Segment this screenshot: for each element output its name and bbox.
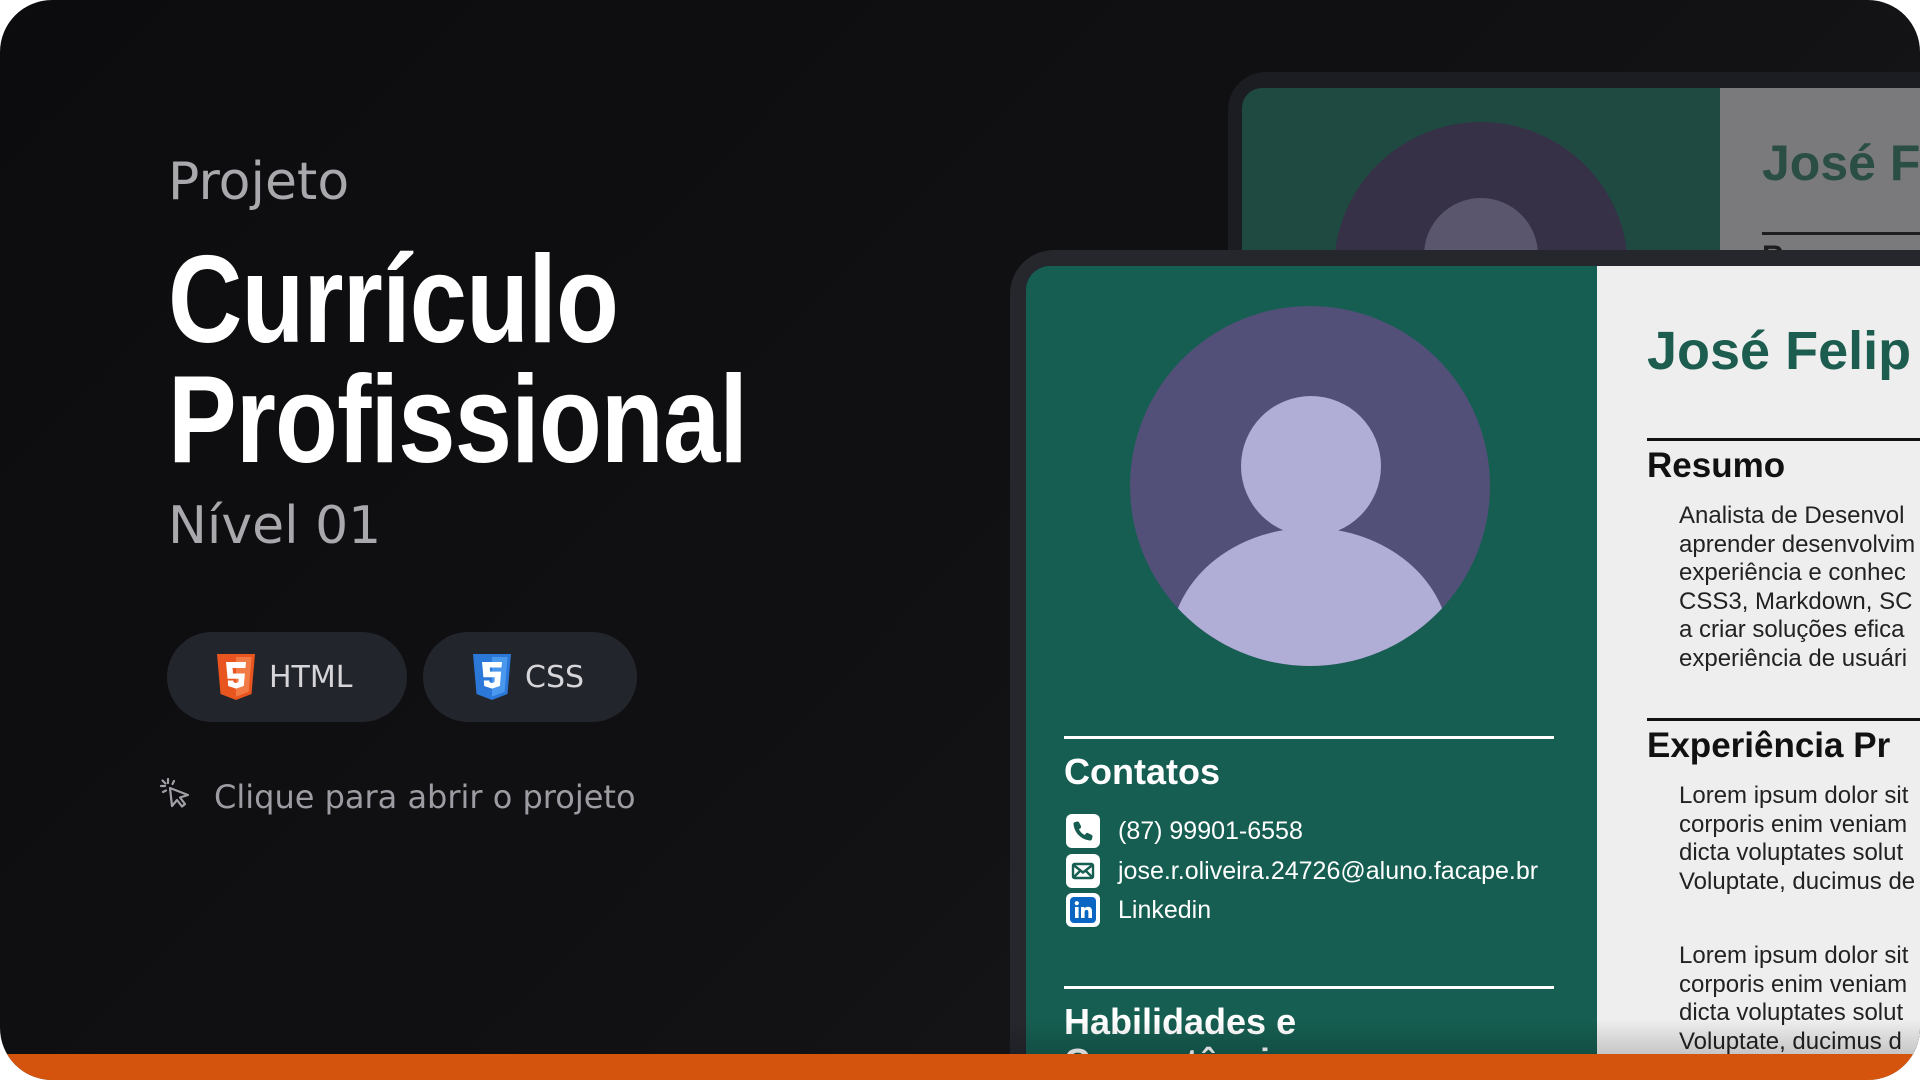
avatar-body (1170, 528, 1450, 666)
experience-text-2: Lorem ipsum dolor sit corporis enim veni… (1679, 942, 1908, 1056)
sidebar-divider (1064, 736, 1554, 739)
accent-bar (0, 1054, 1920, 1080)
resume-main: José Felip Resumo Analista de Desenvol a… (1597, 266, 1920, 1080)
contact-email-text: jose.r.oliveira.24726@aluno.facape.br (1118, 856, 1539, 885)
sidebar-divider (1064, 986, 1554, 989)
css3-icon (473, 654, 511, 700)
skills-heading-line-1: Habilidades e (1064, 1001, 1297, 1042)
resume-name: José Felip (1647, 321, 1912, 381)
html5-icon (217, 654, 255, 700)
experience-line: Voluptate, ducimus de (1679, 867, 1916, 895)
summary-line: Analista de Desenvol (1679, 502, 1905, 529)
project-card[interactable]: Projeto Currículo Profissional Nível 01 … (0, 0, 1920, 1080)
summary-line: CSS3, Markdown, SC (1679, 587, 1913, 615)
experience-line: Voluptate, ducimus d (1679, 1027, 1902, 1055)
summary-line: experiência e conhec (1679, 559, 1906, 587)
summary-line: experiência de usuári (1679, 644, 1908, 672)
summary-line: a criar soluções efica (1679, 616, 1905, 644)
summary-text: Analista de Desenvol aprender desenvolvi… (1679, 502, 1915, 674)
phone-icon (1066, 814, 1100, 848)
preview-card-front: Contatos (87) 99901-6558 jose.r.oliveira… (1010, 250, 1920, 1080)
experience-line: Lorem ipsum dolor sit (1679, 782, 1909, 809)
experience-line: Lorem ipsum dolor sit (1679, 942, 1909, 969)
cursor-click-icon (158, 776, 192, 818)
experience-line: corporis enim veniam (1679, 970, 1908, 998)
mail-icon (1066, 854, 1100, 888)
contact-phone-text: (87) 99901-6558 (1118, 816, 1303, 845)
project-title-line-2: Profissional (168, 351, 748, 489)
section-divider (1647, 438, 1920, 441)
contact-linkedin[interactable]: Linkedin (1066, 893, 1211, 927)
tag-css-label: CSS (525, 659, 585, 695)
summary-heading: Resumo (1647, 446, 1786, 485)
open-project-hint[interactable]: Clique para abrir o projeto (158, 776, 636, 818)
experience-text-1: Lorem ipsum dolor sit corporis enim veni… (1679, 782, 1915, 896)
project-level: Nível 01 (168, 496, 382, 556)
project-title-line-1: Currículo (168, 231, 619, 369)
contact-phone[interactable]: (87) 99901-6558 (1066, 814, 1303, 848)
resume-page: Contatos (87) 99901-6558 jose.r.oliveira… (1026, 266, 1920, 1080)
project-title: Currículo Profissional (168, 231, 748, 489)
contact-email[interactable]: jose.r.oliveira.24726@aluno.facape.br (1066, 854, 1538, 888)
avatar-placeholder (1130, 306, 1490, 666)
resume-name: José Fe (1762, 135, 1920, 191)
tag-html-label: HTML (269, 659, 353, 695)
experience-line: corporis enim veniam (1679, 810, 1908, 838)
experience-line: dicta voluptates solut (1679, 999, 1904, 1027)
summary-line: aprender desenvolvim (1679, 530, 1916, 558)
tag-html: HTML (167, 632, 407, 722)
linkedin-icon (1066, 893, 1100, 927)
contacts-heading: Contatos (1064, 751, 1220, 792)
contact-linkedin-text: Linkedin (1118, 895, 1212, 924)
experience-heading: Experiência Pr (1647, 726, 1891, 765)
resume-sidebar: Contatos (87) 99901-6558 jose.r.oliveira… (1026, 266, 1597, 1080)
project-label: Projeto (168, 152, 350, 212)
section-divider (1647, 718, 1920, 721)
open-project-label: Clique para abrir o projeto (214, 778, 636, 816)
section-divider (1762, 232, 1920, 235)
avatar-head (1241, 396, 1381, 536)
experience-line: dicta voluptates solut (1679, 839, 1904, 867)
tag-css: CSS (423, 632, 637, 722)
